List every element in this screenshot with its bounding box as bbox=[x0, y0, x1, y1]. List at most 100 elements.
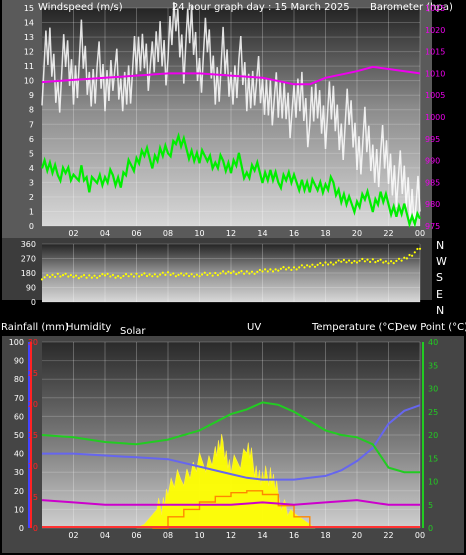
barometer-tick-label: 1025 bbox=[425, 4, 445, 13]
rainfall-tick-label: 5 bbox=[33, 493, 38, 502]
direction-point bbox=[159, 273, 162, 276]
direction-point bbox=[48, 275, 52, 279]
temperature-tick-label: 30 bbox=[428, 385, 438, 394]
direction-point bbox=[124, 273, 128, 276]
direction-point bbox=[306, 264, 309, 267]
direction-point bbox=[43, 276, 46, 279]
direction-point bbox=[327, 263, 330, 266]
barometer-tick-label: 980 bbox=[425, 200, 440, 209]
direction-point bbox=[282, 266, 285, 269]
direction-point bbox=[261, 270, 264, 273]
direction-point bbox=[374, 261, 377, 264]
direction-point bbox=[295, 268, 298, 271]
x-tick-label-wind: 22 bbox=[383, 229, 393, 238]
direction-point bbox=[51, 273, 54, 276]
temperature-tick-label: 0 bbox=[428, 524, 433, 533]
direction-point bbox=[227, 270, 230, 273]
direction-point bbox=[250, 270, 254, 273]
direction-point bbox=[185, 272, 188, 275]
direction-tick-label: 270 bbox=[21, 255, 36, 264]
direction-point bbox=[109, 275, 112, 278]
direction-tick-label: 90 bbox=[26, 284, 36, 293]
direction-point bbox=[145, 274, 149, 278]
direction-point bbox=[279, 267, 282, 270]
direction-point bbox=[216, 274, 219, 277]
direction-point bbox=[290, 268, 293, 271]
x-tick-label-climate: 06 bbox=[131, 531, 141, 540]
temperature-tick-label: 35 bbox=[428, 361, 438, 370]
barometer-tick-label: 1000 bbox=[425, 113, 445, 122]
direction-point bbox=[269, 268, 272, 271]
direction-point bbox=[117, 275, 120, 278]
rainfall-tick-label: 10 bbox=[28, 462, 38, 471]
direction-point bbox=[208, 272, 212, 275]
humidity-tick-label: 10 bbox=[14, 505, 24, 514]
direction-point bbox=[69, 274, 72, 277]
direction-point bbox=[169, 273, 172, 276]
temperature-tick-label: 40 bbox=[428, 338, 438, 347]
x-tick-label-wind: 12 bbox=[226, 229, 236, 238]
rainfall-axis-title: Rainfall (mm) bbox=[1, 322, 69, 333]
direction-point bbox=[408, 253, 411, 257]
windspeed-tick-label: 14 bbox=[24, 19, 34, 28]
direction-point bbox=[300, 264, 303, 267]
direction-point bbox=[122, 274, 125, 278]
windspeed-tick-label: 0 bbox=[29, 222, 34, 231]
direction-point bbox=[358, 259, 361, 262]
direction-point bbox=[308, 265, 311, 268]
direction-point bbox=[285, 268, 288, 271]
direction-point bbox=[106, 272, 109, 275]
direction-point bbox=[366, 258, 369, 261]
direction-point bbox=[329, 261, 332, 264]
direction-point bbox=[350, 261, 353, 264]
direction-point bbox=[264, 268, 267, 271]
direction-point bbox=[151, 275, 154, 278]
barometer-tick-label: 1010 bbox=[425, 69, 445, 78]
direction-point bbox=[376, 259, 380, 262]
direction-point bbox=[363, 260, 366, 263]
direction-point bbox=[198, 275, 201, 278]
humidity-tick-label: 100 bbox=[9, 338, 24, 347]
direction-point bbox=[390, 260, 393, 263]
direction-point bbox=[413, 251, 416, 254]
humidity-tick-label: 70 bbox=[14, 394, 24, 403]
direction-point bbox=[103, 274, 107, 277]
direction-point bbox=[206, 273, 209, 277]
direction-point bbox=[345, 261, 348, 264]
direction-point bbox=[403, 256, 406, 259]
direction-point bbox=[379, 258, 382, 261]
x-tick-label-wind: 10 bbox=[194, 229, 204, 238]
windspeed-tick-label: 11 bbox=[24, 62, 34, 71]
direction-tick-label: 360 bbox=[21, 240, 36, 249]
direction-point bbox=[313, 265, 317, 268]
x-tick-label-climate: 00 bbox=[415, 531, 425, 540]
direction-point bbox=[332, 263, 335, 266]
direction-point bbox=[387, 262, 390, 265]
direction-point bbox=[235, 273, 238, 276]
direction-point bbox=[77, 277, 80, 280]
temperature-tick-label: 20 bbox=[428, 431, 438, 440]
direction-point bbox=[355, 261, 359, 264]
direction-point bbox=[114, 276, 117, 279]
direction-point bbox=[156, 275, 159, 278]
rainfall-tick-label: 25 bbox=[28, 369, 38, 378]
direction-point bbox=[274, 268, 277, 271]
x-tick-label-wind: 04 bbox=[100, 229, 110, 238]
direction-point bbox=[418, 247, 422, 250]
windspeed-tick-label: 7 bbox=[29, 120, 34, 129]
direction-letter-s: S bbox=[436, 271, 443, 284]
direction-point bbox=[67, 275, 70, 278]
direction-point bbox=[177, 273, 180, 276]
temperature-tick-label: 15 bbox=[428, 454, 438, 463]
x-tick-label-wind: 14 bbox=[257, 229, 267, 238]
rainfall-tick-label: 20 bbox=[28, 400, 38, 409]
x-tick-label-wind: 00 bbox=[415, 229, 425, 238]
direction-point bbox=[72, 275, 75, 279]
dewpoint-axis-title: Dew Point (°C) bbox=[395, 322, 466, 333]
direction-point bbox=[214, 271, 217, 275]
direction-point bbox=[240, 270, 243, 273]
x-tick-label-climate: 14 bbox=[257, 531, 267, 540]
direction-point bbox=[80, 275, 83, 278]
direction-point bbox=[405, 257, 408, 260]
direction-point bbox=[59, 275, 62, 278]
